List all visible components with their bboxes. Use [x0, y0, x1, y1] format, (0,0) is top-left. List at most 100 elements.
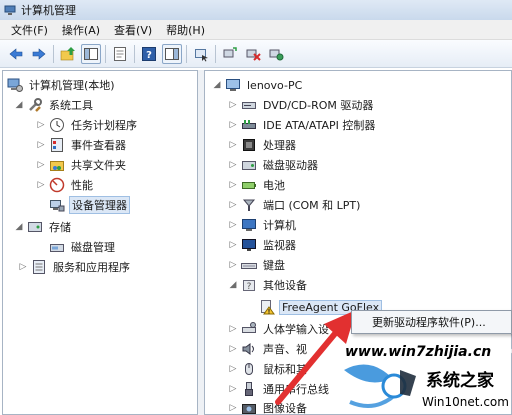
collapsed-arrow-icon[interactable]: ▷ — [227, 199, 239, 211]
show-hide-tree-icon[interactable] — [81, 43, 101, 64]
device-category-processor[interactable]: ▷ 处理器 — [227, 135, 298, 155]
tree-item-label: 图像设备 — [263, 402, 307, 415]
collapsed-arrow-icon[interactable]: ▷ — [35, 179, 47, 191]
collapsed-arrow-icon[interactable]: ▷ — [227, 119, 239, 131]
menu-file[interactable]: 文件(F) — [4, 22, 55, 38]
collapsed-arrow-icon[interactable]: ▷ — [227, 343, 239, 355]
storage-icon — [27, 219, 43, 235]
collapsed-arrow-icon[interactable]: ▷ — [227, 139, 239, 151]
menu-bar: 文件(F) 操作(A) 查看(V) 帮助(H) — [0, 20, 512, 40]
device-category-sound[interactable]: ▷ 声音、视 — [227, 339, 309, 359]
collapsed-arrow-icon[interactable]: ▷ — [227, 383, 239, 395]
collapsed-arrow-icon[interactable]: ▷ — [35, 159, 47, 171]
tree-item-event-viewer[interactable]: ▷ 事件查看器 — [35, 135, 128, 155]
tree-item-shared-folders[interactable]: ▷ 共享文件夹 — [35, 155, 128, 175]
performance-icon — [49, 177, 65, 193]
tree-item-services-apps[interactable]: ▷ 服务和应用程序 — [17, 257, 132, 277]
tree-item-disk-management[interactable]: 磁盘管理 — [49, 237, 117, 257]
watermark-brand-en: Win10net.com — [422, 395, 509, 409]
sound-icon — [241, 341, 257, 357]
device-manager-icon — [49, 197, 65, 213]
expanded-arrow-icon[interactable]: ◢ — [13, 99, 25, 111]
device-category-computer[interactable]: ▷ 计算机 — [227, 215, 298, 235]
task-scheduler-icon — [49, 117, 65, 133]
uninstall-icon[interactable] — [243, 44, 263, 64]
properties-icon[interactable] — [110, 44, 130, 64]
warning-device-icon: ! — [259, 299, 275, 315]
tree-item-task-scheduler[interactable]: ▷ 任务计划程序 — [35, 115, 139, 135]
collapsed-arrow-icon[interactable]: ▷ — [227, 99, 239, 111]
update-driver-menu-item[interactable]: 更新驱动程序软件(P)... — [372, 314, 486, 330]
menu-help[interactable]: 帮助(H) — [159, 22, 212, 38]
collapsed-arrow-icon[interactable]: ▷ — [35, 139, 47, 151]
mouse-icon — [241, 361, 257, 377]
collapsed-arrow-icon[interactable]: ▷ — [227, 323, 239, 335]
tree-item-label: 任务计划程序 — [71, 119, 137, 132]
tree-item-label: IDE ATA/ATAPI 控制器 — [263, 119, 376, 132]
collapsed-arrow-icon[interactable]: ▷ — [227, 363, 239, 375]
collapsed-arrow-icon[interactable]: ▷ — [227, 259, 239, 271]
scan-hardware-icon[interactable] — [220, 44, 240, 64]
device-category-ide[interactable]: ▷ IDE ATA/ATAPI 控制器 — [227, 115, 377, 135]
forward-arrow-icon[interactable] — [29, 44, 49, 64]
up-folder-icon[interactable] — [58, 44, 78, 64]
device-tree-root[interactable]: ◢ lenovo-PC — [211, 75, 304, 95]
tree-item-label: 系统工具 — [49, 99, 93, 112]
device-category-port[interactable]: ▷ 端口 (COM 和 LPT) — [227, 195, 362, 215]
toolbar: ? — [0, 40, 512, 68]
device-category-keyboard[interactable]: ▷ 键盘 — [227, 255, 287, 275]
tree-item-label: 事件查看器 — [71, 139, 126, 152]
device-category-imaging[interactable]: ▷ 图像设备 — [227, 398, 309, 415]
tree-item-label: 设备管理器 — [69, 196, 130, 214]
ide-controller-icon — [241, 117, 257, 133]
help-icon[interactable]: ? — [139, 44, 159, 64]
watermark-brand-cn: 系统之家 — [426, 370, 494, 391]
show-hide-action-icon[interactable] — [162, 43, 182, 64]
collapsed-arrow-icon[interactable]: ▷ — [35, 119, 47, 131]
expanded-arrow-icon[interactable]: ◢ — [13, 221, 25, 233]
update-driver-icon[interactable] — [266, 44, 286, 64]
expanded-arrow-icon[interactable]: ◢ — [227, 279, 239, 291]
device-category-monitor[interactable]: ▷ 监视器 — [227, 235, 298, 255]
console-tree-pane[interactable]: 计算机管理(本地) ◢ 系统工具 ▷ 任务计划程序 ▷ 事件查看器 ▷ 共享文件… — [2, 70, 198, 415]
tree-item-system-tools[interactable]: ◢ 系统工具 — [13, 95, 95, 115]
usb-icon — [241, 381, 257, 397]
device-category-mouse[interactable]: ▷ 鼠标和其 — [227, 359, 309, 379]
tree-item-label: 服务和应用程序 — [53, 261, 130, 274]
tree-item-label: lenovo-PC — [247, 78, 303, 92]
computer-icon — [225, 77, 241, 93]
collapsed-arrow-icon[interactable]: ▷ — [227, 219, 239, 231]
tree-item-computer-management[interactable]: 计算机管理(本地) — [7, 75, 117, 95]
back-arrow-icon[interactable] — [6, 44, 26, 64]
computer-management-icon — [7, 77, 23, 93]
processor-icon — [241, 137, 257, 153]
toolbar-separator — [186, 44, 187, 63]
device-category-dvd[interactable]: ▷ DVD/CD-ROM 驱动器 — [227, 95, 375, 115]
device-category-hid[interactable]: ▷ 人体学输入设 — [227, 319, 331, 339]
tree-item-label: 计算机管理(本地) — [29, 79, 115, 92]
device-category-disk-drive[interactable]: ▷ 磁盘驱动器 — [227, 155, 320, 175]
system-tools-icon — [27, 97, 43, 113]
other-devices-icon: ? — [241, 277, 257, 293]
battery-icon — [241, 177, 257, 193]
collapsed-arrow-icon[interactable]: ▷ — [17, 261, 29, 273]
device-category-usb[interactable]: ▷ 通用串行总线 — [227, 379, 331, 399]
tree-item-device-manager[interactable]: 设备管理器 — [49, 195, 130, 215]
menu-action[interactable]: 操作(A) — [55, 22, 107, 38]
keyboard-icon — [241, 257, 257, 273]
svg-text:?: ? — [247, 282, 252, 292]
tree-item-label: 端口 (COM 和 LPT) — [263, 199, 361, 212]
tree-item-storage[interactable]: ◢ 存储 — [13, 217, 73, 237]
device-category-battery[interactable]: ▷ 电池 — [227, 175, 287, 195]
action-icon[interactable] — [191, 44, 211, 64]
menu-view[interactable]: 查看(V) — [107, 22, 159, 38]
expanded-arrow-icon[interactable]: ◢ — [211, 79, 223, 91]
tree-item-label: 人体学输入设 — [263, 323, 329, 336]
tree-item-performance[interactable]: ▷ 性能 — [35, 175, 95, 195]
tree-item-label: 其他设备 — [263, 279, 307, 292]
collapsed-arrow-icon[interactable]: ▷ — [227, 402, 239, 414]
collapsed-arrow-icon[interactable]: ▷ — [227, 239, 239, 251]
collapsed-arrow-icon[interactable]: ▷ — [227, 179, 239, 191]
collapsed-arrow-icon[interactable]: ▷ — [227, 159, 239, 171]
device-category-other[interactable]: ◢ ? 其他设备 — [227, 275, 309, 295]
